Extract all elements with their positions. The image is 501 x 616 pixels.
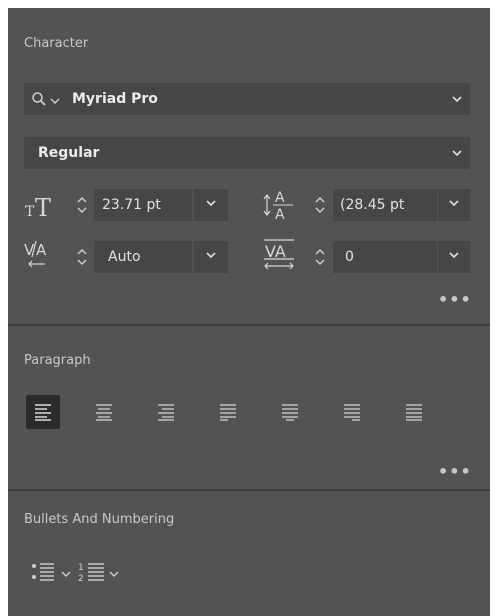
font-family-dropdown[interactable]: Myriad Pro: [24, 83, 470, 115]
justify-last-left-button[interactable]: [211, 395, 245, 429]
leading-value: (28.45 pt: [340, 197, 405, 213]
svg-text:VA: VA: [265, 242, 286, 261]
tracking-dropdown-button[interactable]: [438, 241, 470, 273]
character-title: Character: [24, 36, 89, 51]
bullets-section: Bullets And Numbering 1 2: [8, 491, 490, 616]
kerning-stepper[interactable]: [72, 241, 92, 273]
tracking-value: 0: [345, 249, 354, 265]
align-left-button[interactable]: [26, 395, 60, 429]
tracking-icon: VA: [260, 236, 300, 272]
numbered-list-icon[interactable]: 1 2: [78, 559, 106, 589]
leading-icon: A A: [262, 186, 298, 224]
more-options-button[interactable]: •••: [438, 290, 472, 309]
search-icon: [31, 91, 47, 111]
align-right-button[interactable]: [149, 395, 183, 429]
kerning-input[interactable]: Auto: [94, 241, 192, 273]
properties-panel: Character Myriad Pro Regular T T 23.71 p…: [8, 8, 490, 616]
paragraph-section: Paragraph •••: [8, 326, 490, 489]
svg-text:1: 1: [78, 563, 84, 573]
svg-text:T: T: [25, 204, 35, 220]
svg-text:A: A: [275, 207, 285, 223]
tracking-input[interactable]: 0: [333, 241, 437, 273]
justify-last-center-button[interactable]: [273, 395, 307, 429]
kerning-value: Auto: [108, 249, 141, 265]
chevron-down-icon[interactable]: [60, 565, 72, 584]
chevron-down-icon[interactable]: [444, 83, 470, 115]
leading-stepper[interactable]: [310, 189, 330, 221]
chevron-down-icon: [205, 197, 217, 213]
leading-input[interactable]: (28.45 pt: [333, 189, 437, 221]
svg-text:A: A: [275, 190, 285, 206]
character-section: Character Myriad Pro Regular T T 23.71 p…: [8, 8, 490, 328]
paragraph-title: Paragraph: [24, 353, 91, 368]
justify-last-right-button[interactable]: [335, 395, 369, 429]
font-size-dropdown-button[interactable]: [194, 189, 228, 221]
kerning-dropdown-button[interactable]: [194, 241, 228, 273]
kerning-icon: V A: [22, 237, 60, 271]
font-size-stepper[interactable]: [72, 189, 92, 221]
align-center-button[interactable]: [87, 395, 121, 429]
bullets-title: Bullets And Numbering: [24, 512, 175, 527]
chevron-down-icon: [448, 249, 460, 265]
justify-all-button[interactable]: [397, 395, 431, 429]
font-family-value: Myriad Pro: [72, 91, 158, 107]
font-size-icon: T T: [22, 192, 58, 222]
font-size-value: 23.71 pt: [102, 197, 161, 213]
font-style-dropdown[interactable]: Regular: [24, 137, 470, 169]
search-chevron-down-icon[interactable]: [49, 92, 61, 111]
chevron-down-icon[interactable]: [444, 137, 470, 169]
chevron-down-icon: [448, 197, 460, 213]
leading-dropdown-button[interactable]: [438, 189, 470, 221]
more-options-button[interactable]: •••: [438, 462, 472, 481]
chevron-down-icon[interactable]: [108, 565, 120, 584]
tracking-stepper[interactable]: [310, 241, 330, 273]
svg-text:2: 2: [78, 574, 84, 584]
font-style-value: Regular: [38, 145, 100, 161]
svg-text:A: A: [36, 241, 47, 259]
svg-text:T: T: [35, 194, 51, 220]
chevron-down-icon: [205, 249, 217, 265]
bulleted-list-icon[interactable]: [30, 561, 56, 587]
font-size-input[interactable]: 23.71 pt: [94, 189, 192, 221]
